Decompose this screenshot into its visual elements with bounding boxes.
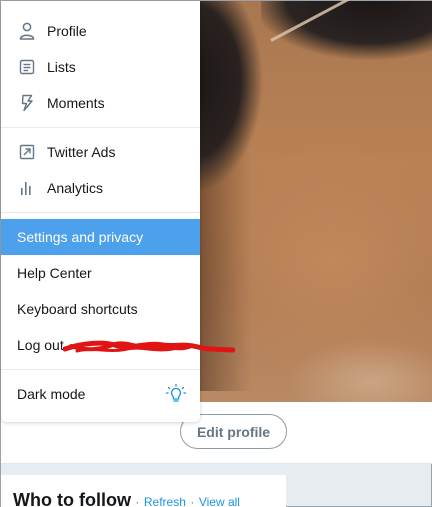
separator-dot: · — [190, 495, 195, 507]
menu-item-label: Log out — [17, 337, 64, 353]
menu-item-settings-and-privacy[interactable]: Settings and privacy — [1, 219, 200, 255]
menu-item-label: Twitter Ads — [47, 144, 116, 160]
menu-item-label: Profile — [47, 23, 87, 39]
menu-item-label: Settings and privacy — [17, 229, 144, 245]
menu-item-analytics[interactable]: Analytics — [1, 170, 200, 206]
menu-item-label: Lists — [47, 59, 76, 75]
bar-chart-icon — [17, 178, 37, 198]
lightbulb-icon[interactable] — [165, 383, 187, 405]
menu-item-moments[interactable]: Moments — [1, 85, 200, 121]
menu-divider — [1, 127, 200, 128]
who-to-follow-card: Who to follow · Refresh · View all — [1, 475, 286, 507]
account-dropdown-menu: Profile Lists Moments Twitter Ads Analyt… — [1, 1, 200, 422]
view-all-link[interactable]: View all — [199, 495, 240, 507]
person-icon — [17, 21, 37, 41]
menu-divider — [1, 212, 200, 213]
photo-dark-region — [261, 1, 432, 111]
menu-item-label: Moments — [47, 95, 105, 111]
menu-item-label: Help Center — [17, 265, 92, 281]
menu-item-keyboard-shortcuts[interactable]: Keyboard shortcuts — [1, 291, 200, 327]
menu-item-label: Keyboard shortcuts — [17, 301, 138, 317]
menu-item-lists[interactable]: Lists — [1, 49, 200, 85]
menu-item-twitter-ads[interactable]: Twitter Ads — [1, 134, 200, 170]
who-to-follow-title: Who to follow — [13, 490, 131, 507]
arrow-out-icon — [17, 142, 37, 162]
menu-item-label: Dark mode — [17, 386, 86, 402]
list-icon — [17, 57, 37, 77]
menu-item-profile[interactable]: Profile — [1, 13, 200, 49]
separator-dot: · — [135, 495, 140, 507]
lightning-icon — [17, 93, 37, 113]
menu-item-label: Analytics — [47, 180, 104, 196]
menu-item-help-center[interactable]: Help Center — [1, 255, 200, 291]
refresh-link[interactable]: Refresh — [144, 495, 186, 507]
menu-divider — [1, 369, 200, 370]
redaction-scribble — [63, 340, 235, 353]
